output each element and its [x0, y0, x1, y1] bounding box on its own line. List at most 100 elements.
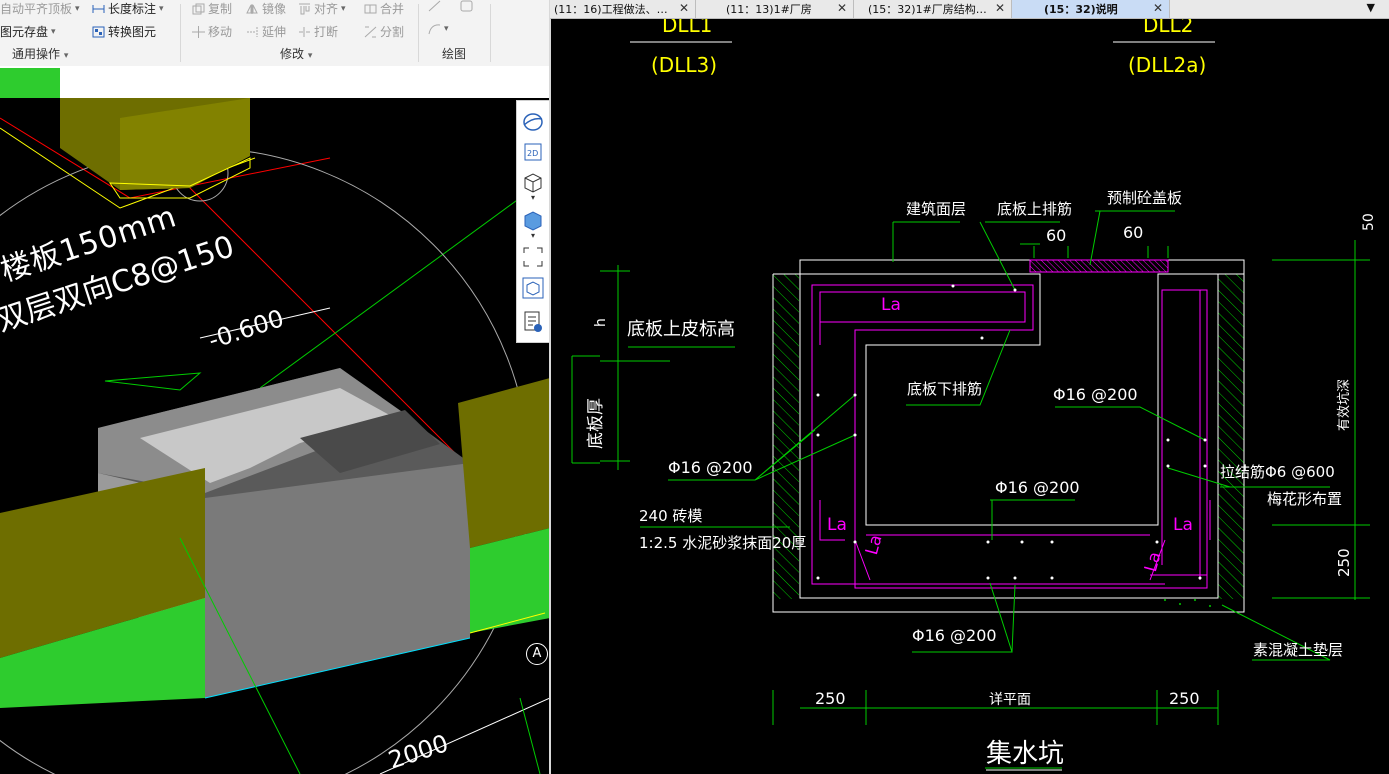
close-icon[interactable]: ✕: [995, 1, 1005, 15]
align-button[interactable]: 对齐 ▾: [298, 0, 346, 17]
save-element-button[interactable]: 图元存盘 ▾: [0, 23, 56, 40]
3d-scene: [0, 98, 550, 774]
arc-icon: [428, 23, 441, 35]
merge-button[interactable]: 合并: [364, 0, 404, 17]
la-label-right: La: [1173, 515, 1193, 535]
draw-arc-button[interactable]: ▾: [428, 23, 449, 35]
copy-button[interactable]: 复制: [192, 0, 232, 17]
document-tab-bar: (11：16)工程做法、… ✕ (11：13)1#厂房 ✕ (15：32)1#厂…: [550, 0, 1389, 19]
extend-icon: [246, 26, 259, 38]
h-label: h: [593, 318, 609, 327]
close-icon[interactable]: ✕: [1153, 1, 1163, 15]
svg-text:2D: 2D: [527, 149, 538, 158]
mirror-label: 镜像: [262, 2, 287, 16]
draw-line-button[interactable]: [428, 0, 441, 12]
split-icon: [364, 26, 377, 38]
group-separator: [180, 4, 181, 62]
break-button[interactable]: 打断: [298, 23, 338, 40]
convert-icon: [92, 26, 105, 38]
la-label-left: La: [827, 515, 847, 535]
mortar-label: 1:2.5 水泥砂浆抹面20厚: [639, 534, 807, 552]
dim-60-a: 60: [1046, 226, 1067, 245]
rectangle-icon: [460, 0, 473, 12]
cad-drawing-canvas[interactable]: DLL1 (DLL3) DLL2 (DLL2a) 建筑面层 底板上排筋 预制砼盖…: [551, 19, 1389, 774]
tab-drawing-2[interactable]: (11：13)1#厂房 ✕: [696, 0, 854, 18]
chevron-down-icon: ▾: [159, 3, 164, 14]
phi16-right-label: Φ16 @200: [1053, 385, 1138, 404]
modify-label-text: 修改: [280, 47, 305, 61]
precast-cover-label: 预制砼盖板: [1107, 189, 1183, 207]
close-icon[interactable]: ✕: [837, 1, 847, 15]
chevron-down-icon: ▾: [63, 51, 69, 61]
length-dim-button[interactable]: 长度标注 ▾: [92, 0, 164, 17]
group-draw-label: 绘图: [442, 47, 467, 61]
slab-thickness-label: 底板厚: [586, 398, 606, 449]
finish-layer-label: 建筑面层: [906, 200, 967, 218]
slab-top-bars-label: 底板上排筋: [997, 200, 1073, 218]
2d-icon[interactable]: 2D: [522, 141, 544, 163]
slab-top-elev-label: 底板上皮标高: [627, 319, 735, 340]
box-outline-icon[interactable]: [522, 171, 544, 193]
slab-bottom-bars-label: 底板下排筋: [907, 380, 983, 398]
phi16-left-label: Φ16 @200: [668, 458, 753, 477]
tab-drawing-3[interactable]: (15：32)1#厂房结构… ✕: [854, 0, 1012, 18]
phi16-mid-label: Φ16 @200: [995, 478, 1080, 497]
break-icon: [298, 26, 311, 38]
copy-icon: [192, 3, 205, 15]
dll1-label: DLL1: [662, 19, 713, 37]
move-button[interactable]: 移动: [192, 23, 232, 40]
dll3-label: (DLL3): [651, 53, 718, 77]
dim-250-right: 250: [1335, 548, 1353, 577]
plan-ref-label: 详平面: [989, 692, 1031, 708]
box-solid-icon[interactable]: [522, 209, 544, 231]
merge-label: 合并: [380, 2, 405, 16]
align-top-slab-button[interactable]: 自动平齐顶板 ▾: [0, 0, 80, 17]
close-icon[interactable]: ✕: [679, 1, 689, 15]
chevron-down-icon: ▾: [341, 3, 346, 14]
dim-50: 50: [1361, 213, 1377, 231]
draw-rect-button[interactable]: [460, 0, 473, 12]
align-top-slab-label: 自动平齐顶板: [0, 2, 73, 16]
la-label-top: La: [881, 295, 901, 315]
align-label: 对齐: [314, 2, 339, 16]
brick-mold-label: 240 砖模: [639, 507, 703, 525]
copy-label: 复制: [208, 2, 233, 16]
convert-element-label: 转换图元: [108, 25, 157, 39]
dim-250-left: 250: [815, 689, 846, 708]
split-button[interactable]: 分割: [364, 23, 404, 40]
chevron-down-icon[interactable]: ▾: [522, 231, 544, 241]
axis-a-marker[interactable]: A: [526, 643, 548, 665]
mirror-button[interactable]: 镜像: [246, 0, 286, 17]
dimension-icon: [92, 3, 105, 15]
ribbon-toolbar: 自动平齐顶板 ▾ 长度标注 ▾ 复制 镜像 对齐 ▾ 合并 图元存盘 ▾ 转换图…: [0, 0, 550, 67]
group-separator: [418, 4, 419, 62]
3d-viewport[interactable]: 楼板150mm 双层双向C8@150 -0.600 2000 A: [0, 98, 550, 774]
line-icon: [428, 0, 441, 12]
general-label-text: 通用操作: [12, 47, 61, 61]
properties-icon[interactable]: [522, 311, 544, 333]
tab-list-dropdown-icon[interactable]: ▼: [1367, 1, 1375, 14]
plain-concrete-label: 素混凝土垫层: [1253, 641, 1344, 659]
drawing-title: 集水坑: [986, 739, 1065, 769]
move-icon: [192, 25, 205, 38]
view-top-strip: [0, 66, 550, 98]
view-cube-icon[interactable]: [522, 277, 544, 299]
mirror-icon: [246, 3, 259, 15]
tab-label: (11：16)工程做法、…: [554, 3, 668, 16]
chevron-down-icon: ▾: [51, 26, 56, 37]
move-label: 移动: [208, 25, 233, 39]
group-modify-label: 修改 ▾: [280, 45, 312, 62]
extend-button[interactable]: 延伸: [246, 23, 286, 40]
fit-view-icon[interactable]: [522, 246, 544, 268]
chevron-down-icon[interactable]: ▾: [522, 193, 544, 203]
merge-icon: [364, 3, 377, 15]
tab-drawing-1[interactable]: (11：16)工程做法、… ✕: [550, 0, 696, 18]
chevron-down-icon: ▾: [307, 51, 313, 61]
tab-drawing-4[interactable]: (15：32)说明 ✕: [1012, 0, 1170, 18]
save-element-label: 图元存盘: [0, 25, 49, 39]
orbit-icon[interactable]: [522, 111, 544, 133]
convert-element-button[interactable]: 转换图元: [92, 23, 156, 40]
align-icon: [298, 3, 311, 15]
split-label: 分割: [380, 25, 405, 39]
chevron-down-icon: ▾: [75, 3, 80, 14]
